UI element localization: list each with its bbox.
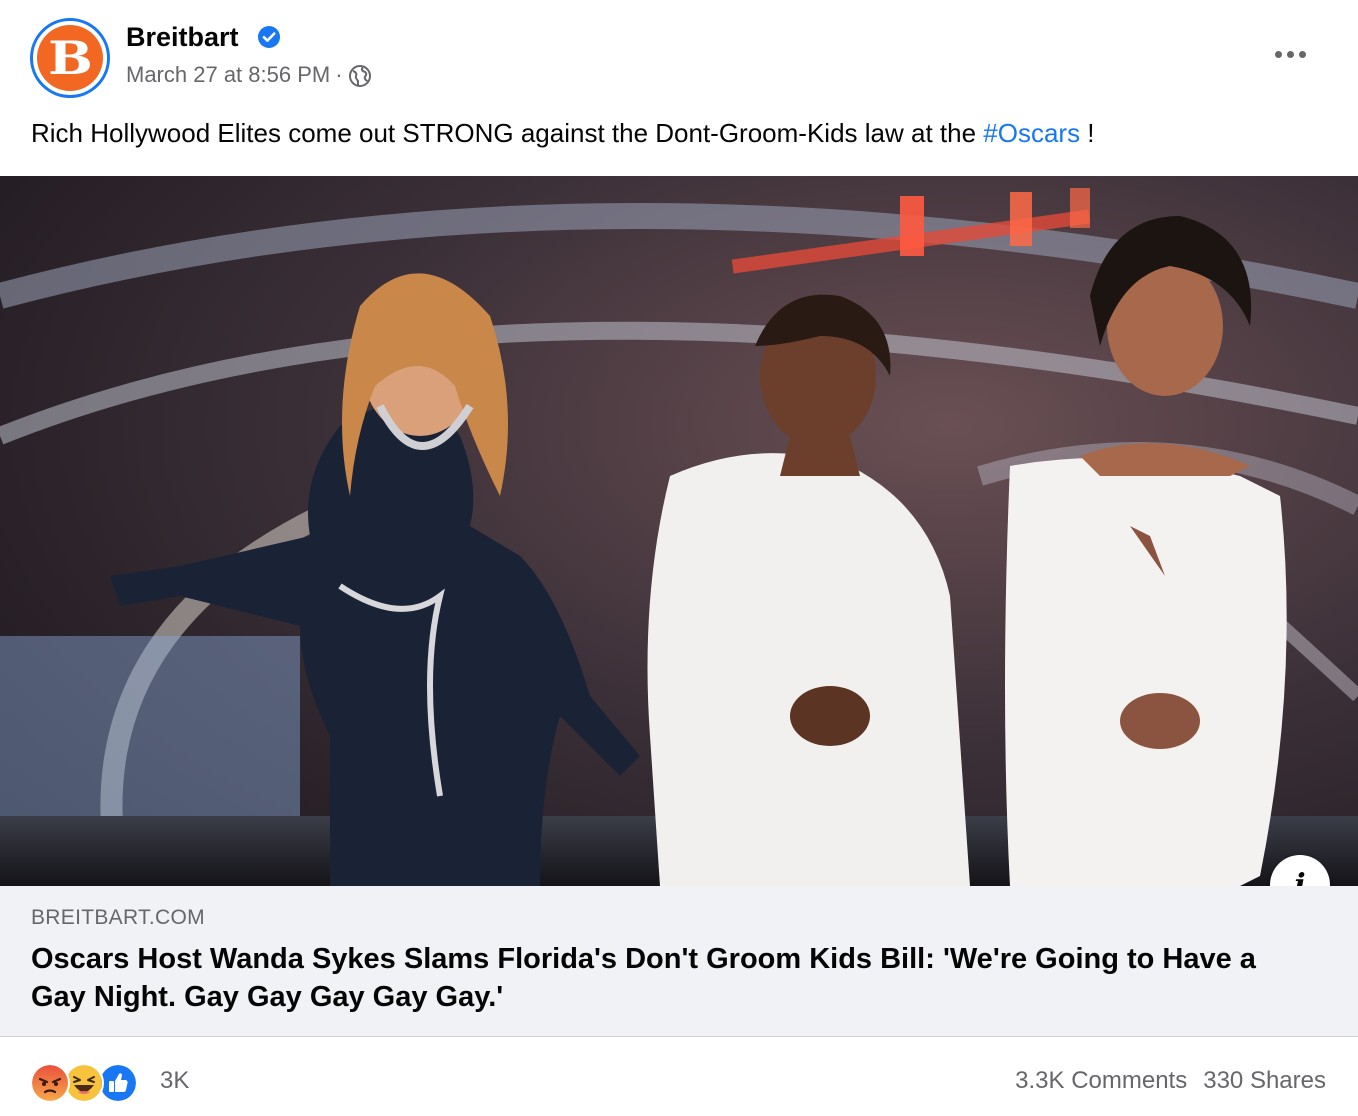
post-timestamp[interactable]: March 27 at 8:56 PM — [126, 62, 330, 88]
post-message: Rich Hollywood Elites come out STRONG ag… — [31, 118, 1095, 149]
breitbart-logo: B — [37, 25, 103, 91]
angry-reaction-icon — [30, 1063, 70, 1103]
link-domain: BREITBART.COM — [31, 906, 205, 929]
more-dot — [1286, 50, 1294, 58]
post-text-before: Rich Hollywood Elites come out STRONG ag… — [31, 118, 984, 148]
comments-count[interactable]: 3.3K Comments — [1015, 1067, 1187, 1095]
more-dot — [1298, 50, 1306, 58]
post-meta: March 27 at 8:56 PM · — [126, 62, 372, 88]
engagement-counts: 3.3K Comments 330 Shares — [1015, 1067, 1326, 1095]
shares-count[interactable]: 330 Shares — [1203, 1067, 1326, 1095]
info-icon: i — [1294, 867, 1306, 887]
page-name[interactable]: Breitbart — [126, 22, 239, 53]
link-headline[interactable]: Oscars Host Wanda Sykes Slams Florida's … — [31, 940, 1291, 1016]
like-reaction-icon — [98, 1063, 138, 1103]
logo-letter: B — [47, 31, 93, 85]
more-dot — [1274, 50, 1282, 58]
meta-separator: · — [335, 62, 343, 87]
link-preview-image[interactable]: i — [0, 176, 1358, 886]
globe-icon — [348, 65, 371, 87]
hashtag-link[interactable]: #Oscars — [983, 118, 1080, 148]
post-header: B Breitbart March 27 at 8:56 PM · — [0, 0, 1358, 110]
engagement-bar: 3K 3.3K Comments 330 Shares — [0, 1037, 1358, 1116]
verified-badge-icon — [258, 26, 280, 48]
stage-photo — [0, 176, 1358, 886]
post-text-after: ! — [1080, 118, 1095, 148]
link-preview-details[interactable]: BREITBART.COM Oscars Host Wanda Sykes Sl… — [0, 886, 1358, 1037]
reaction-count[interactable]: 3K — [160, 1067, 189, 1095]
page-avatar[interactable]: B — [30, 18, 110, 98]
haha-reaction-icon — [64, 1063, 104, 1103]
more-options-button[interactable] — [1266, 36, 1314, 72]
